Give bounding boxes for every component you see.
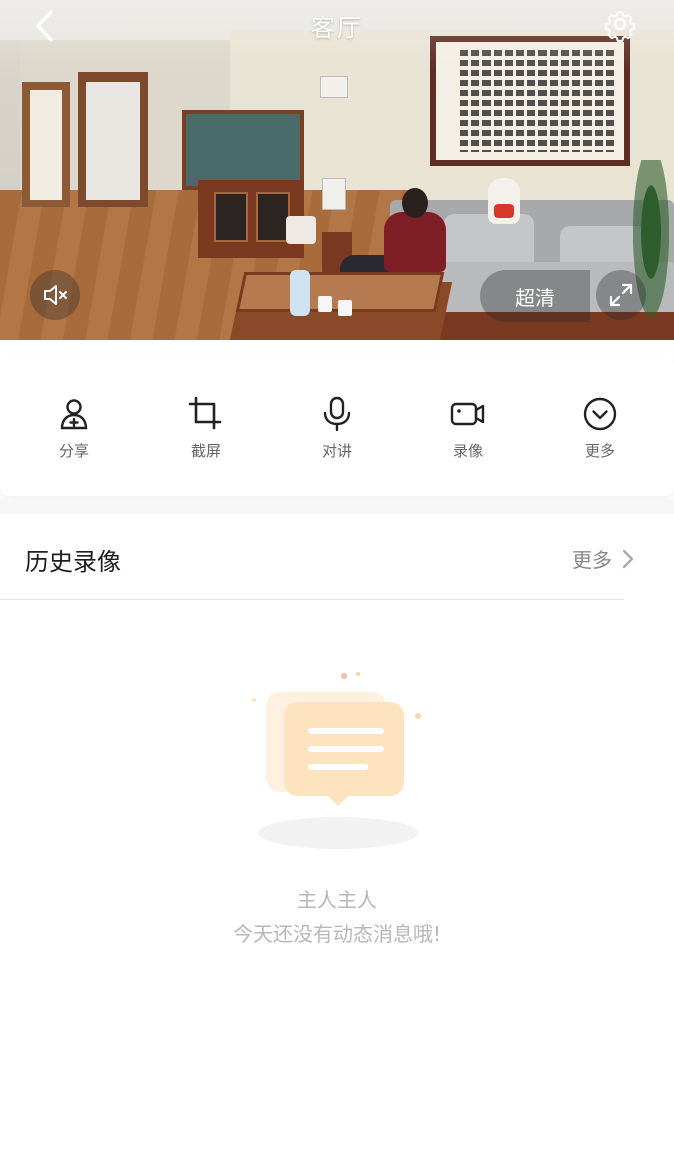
share-button[interactable]: 分享 xyxy=(34,394,114,464)
chevron-down-circle-icon xyxy=(580,394,620,434)
chevron-right-icon xyxy=(622,549,634,568)
microphone-icon xyxy=(317,394,357,434)
crop-icon xyxy=(186,394,226,434)
history-more-link[interactable]: 更多 xyxy=(572,544,634,573)
history-title: 历史录像 xyxy=(25,548,121,576)
empty-state-title: 主人主人 xyxy=(297,888,377,912)
fullscreen-button[interactable] xyxy=(596,270,646,320)
history-divider xyxy=(0,599,624,600)
history-section-header: 历史录像 更多 xyxy=(0,514,674,600)
video-camera-icon xyxy=(448,394,488,434)
more-tools-button[interactable]: 更多 xyxy=(560,394,640,464)
share-user-icon xyxy=(54,394,94,434)
expand-icon xyxy=(609,283,633,307)
gear-icon xyxy=(604,11,636,42)
screenshot-button[interactable]: 截屏 xyxy=(166,394,246,464)
empty-state-message: 今天还没有动态消息哦! xyxy=(232,922,442,946)
record-label: 录像 xyxy=(452,442,483,460)
empty-message-illustration xyxy=(240,668,440,858)
mute-button[interactable] xyxy=(30,270,80,320)
settings-button[interactable] xyxy=(600,4,640,44)
live-video-view[interactable]: 客厅 超清 xyxy=(0,0,674,340)
quality-toggle-button[interactable]: 超清 xyxy=(480,270,590,322)
speaker-muted-icon xyxy=(44,285,67,305)
section-divider xyxy=(0,500,674,514)
share-label: 分享 xyxy=(58,442,89,460)
record-button[interactable]: 录像 xyxy=(428,394,508,464)
history-more-label: 更多 xyxy=(572,548,612,572)
intercom-button[interactable]: 对讲 xyxy=(297,394,377,464)
top-bar: 客厅 xyxy=(0,0,674,52)
screenshot-label: 截屏 xyxy=(190,442,221,460)
page-title: 客厅 xyxy=(311,14,363,42)
more-tools-label: 更多 xyxy=(584,442,615,460)
control-toolbar: 分享 截屏 对讲 录像 更多 xyxy=(0,356,674,496)
intercom-label: 对讲 xyxy=(321,442,352,460)
